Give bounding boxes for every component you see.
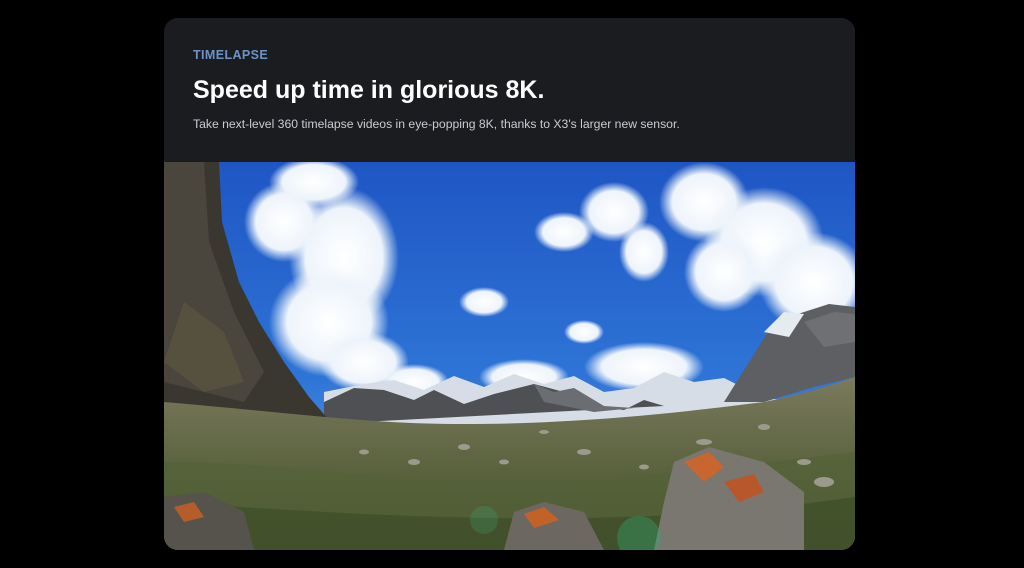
feature-header: TIMELAPSE Speed up time in glorious 8K. …	[164, 18, 855, 162]
feature-eyebrow: TIMELAPSE	[193, 48, 269, 62]
feature-headline: Speed up time in glorious 8K.	[193, 76, 545, 104]
feature-description: Take next-level 360 timelapse videos in …	[193, 117, 680, 131]
timelapse-feature-card: TIMELAPSE Speed up time in glorious 8K. …	[164, 18, 855, 550]
landscape-image-icon	[164, 162, 855, 550]
timelapse-image	[164, 162, 855, 550]
